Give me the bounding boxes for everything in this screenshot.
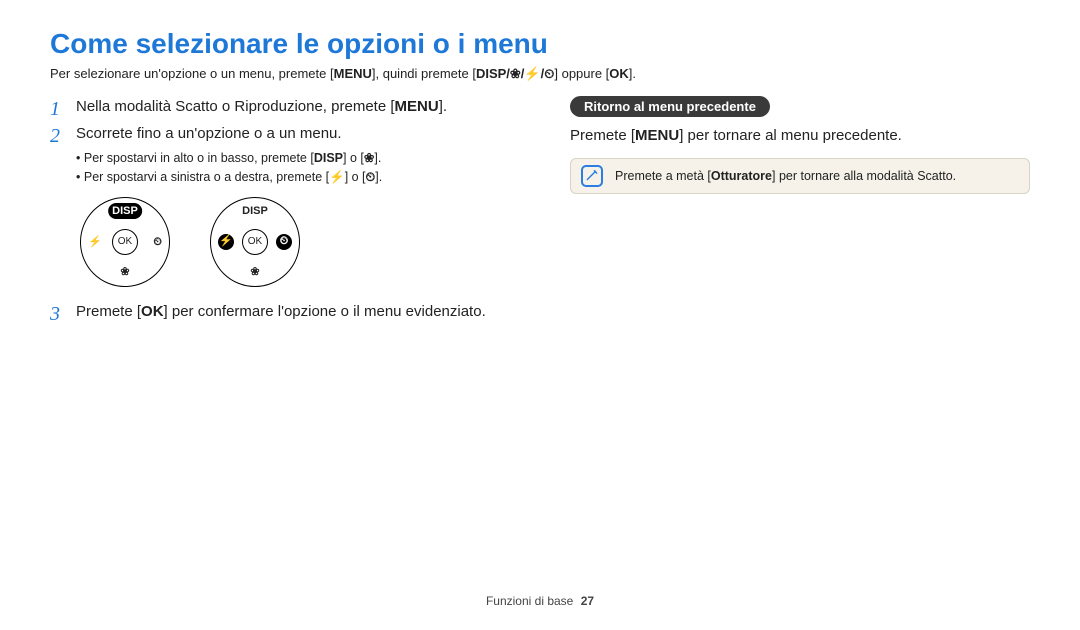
step-2: Scorrete fino a un'opzione o a un menu. … [50,123,510,287]
text: ], quindi premete [ [372,66,476,81]
return-menu-badge: Ritorno al menu precedente [570,96,770,117]
tip-box: Premete a metà [Otturatore] per tornare … [570,158,1030,194]
ok-label-icon: OK [141,303,164,320]
return-menu-text: Premete [MENU] per tornare al menu prece… [570,127,1030,144]
flash-highlight-icon: ⚡ [218,234,234,250]
text: ]. [375,170,382,184]
macro-icon: ❀ [364,151,374,165]
timer-icon: ⏲ [153,233,162,250]
note-icon [581,165,603,187]
text: ] oppure [ [554,66,609,81]
macro-icon: ❀ [120,264,129,281]
bullet-leftright: Per spostarvi a sinistra o a destra, pre… [76,168,510,187]
text: Per spostarvi a sinistra o a destra, pre… [84,170,329,184]
text: Scorrete fino a un'opzione o a un menu. [76,125,342,142]
text: ]. [439,98,447,115]
bullet-updown: Per spostarvi in alto o in basso, premet… [76,149,510,168]
macro-icon: ❀ [250,264,259,281]
text: ] o [ [345,170,366,184]
step-3: Premete [OK] per confermare l'opzione o … [50,301,510,324]
text: Per spostarvi in alto o in basso, premet… [84,151,314,165]
menu-label-icon: MENU [395,98,439,115]
timer-icon: ⏲ [366,170,376,184]
left-column: Nella modalità Scatto o Riproduzione, pr… [50,96,510,327]
page-footer: Funzioni di base 27 [0,594,1080,608]
disp-label-icon: DISP [314,151,343,165]
text: ] o [ [343,151,364,165]
timer-highlight-icon: ⏲ [276,234,292,250]
text: Premete a metà [ [615,169,711,183]
text: Premete [ [570,127,635,144]
text: ]. [629,66,636,81]
dial-right-highlighted: DISP ⚡ ⏲ ❀ OK [210,197,300,287]
ok-center-icon: OK [242,229,268,255]
text: ] per confermare l'opzione o il menu evi… [164,303,486,320]
menu-label-icon: MENU [334,66,372,81]
nav-dials: DISP ⚡ ⏲ ❀ OK DISP ⚡ ⏲ ❀ OK [80,197,510,287]
text: ] per tornare alla modalità Scatto. [772,169,956,183]
right-column: Ritorno al menu precedente Premete [MENU… [570,96,1030,327]
disp-label-icon: DISP [242,203,268,220]
nav-sequence-icon: DISP/❀/⚡/⏲ [476,66,554,81]
text: Per selezionare un'opzione o un menu, pr… [50,66,334,81]
ok-label-icon: OK [609,66,629,81]
menu-label-icon: MENU [635,127,679,144]
step-2-bullets: Per spostarvi in alto o in basso, premet… [76,149,510,187]
text: ] per tornare al menu precedente. [679,127,902,144]
page-title: Come selezionare le opzioni o i menu [50,28,1030,60]
footer-section: Funzioni di base [486,594,573,608]
text: ]. [374,151,381,165]
ok-center-icon: OK [112,229,138,255]
text: Nella modalità Scatto o Riproduzione, pr… [76,98,395,115]
flash-icon: ⚡ [88,233,102,250]
intro-text: Per selezionare un'opzione o un menu, pr… [50,66,1030,82]
text: Premete [ [76,303,141,320]
page-number: 27 [581,594,594,608]
flash-icon: ⚡ [329,170,345,184]
step-1: Nella modalità Scatto o Riproduzione, pr… [50,96,510,119]
dial-disp-highlighted: DISP ⚡ ⏲ ❀ OK [80,197,170,287]
disp-highlight-icon: DISP [108,203,142,220]
shutter-label: Otturatore [711,169,772,183]
